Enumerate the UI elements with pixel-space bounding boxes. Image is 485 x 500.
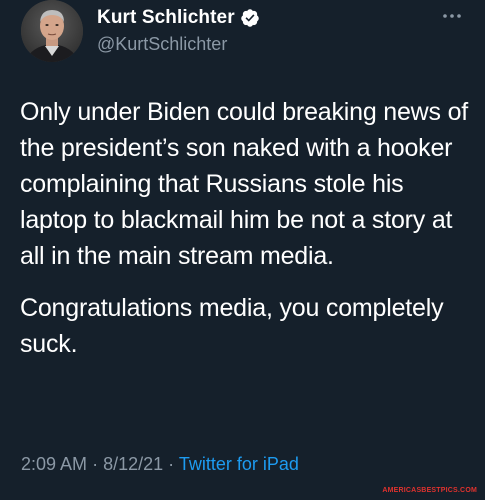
author-name-row[interactable]: Kurt Schlichter [97, 6, 260, 30]
avatar[interactable] [21, 0, 83, 62]
tweet-source-link[interactable]: Twitter for iPad [179, 454, 299, 474]
meta-separator: · [168, 454, 175, 474]
tweet-text: Only under Biden could breaking news of … [20, 94, 470, 362]
avatar-photo [21, 0, 83, 62]
meta-separator: · [92, 454, 99, 474]
tweet-card: Kurt Schlichter @KurtSchlichter Only und… [0, 0, 485, 500]
tweet-paragraph: Only under Biden could breaking news of … [20, 98, 469, 270]
author-handle[interactable]: @KurtSchlichter [97, 34, 227, 55]
tweet-metadata: 2:09 AM · 8/12/21 · Twitter for iPad [21, 454, 299, 475]
tweet-time[interactable]: 2:09 AM [21, 454, 87, 474]
verified-badge-icon [240, 9, 259, 27]
tweet-paragraph: Congratulations media, you completely su… [20, 294, 444, 358]
author-display-name[interactable]: Kurt Schlichter [97, 7, 235, 29]
more-horizontal-icon[interactable] [441, 10, 463, 20]
tweet-date[interactable]: 8/12/21 [103, 454, 163, 474]
site-watermark: AMERICASBESTPICS.COM [382, 487, 477, 494]
